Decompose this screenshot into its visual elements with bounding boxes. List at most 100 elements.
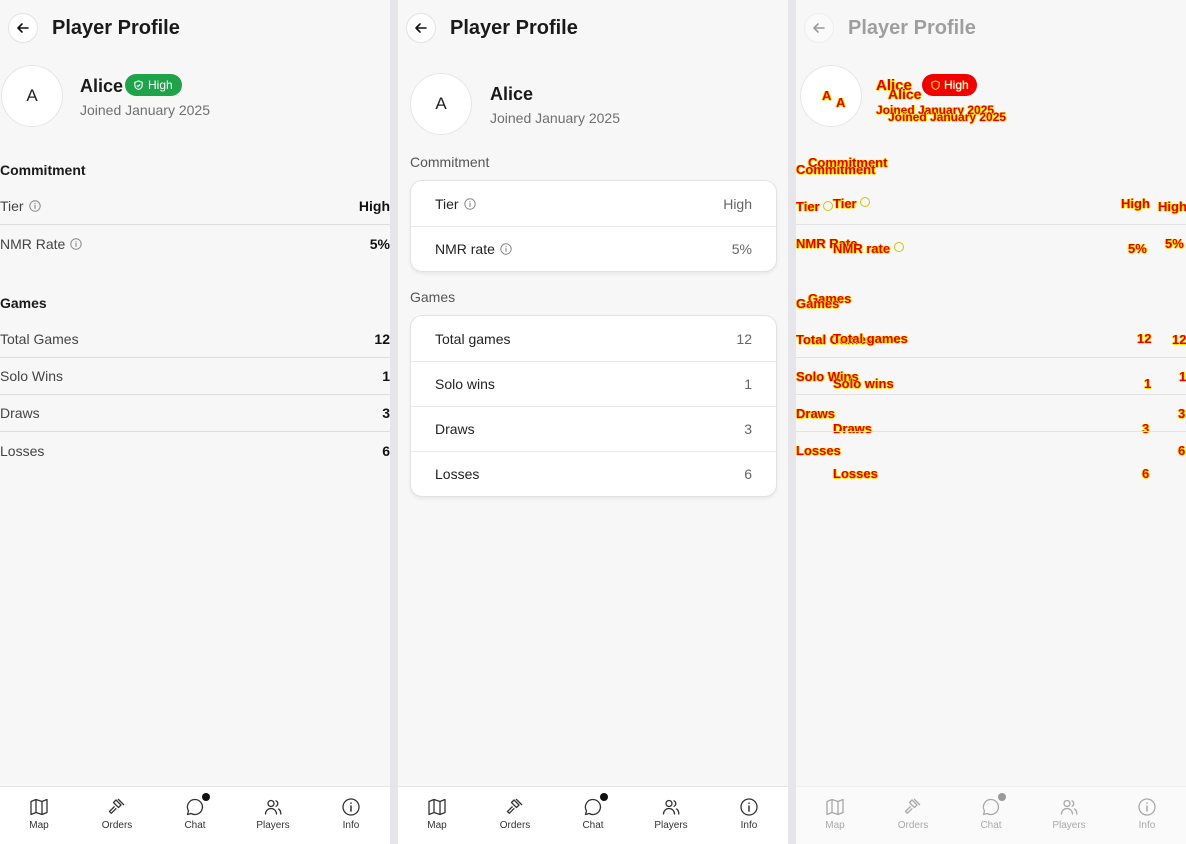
nmr-rate-row: NMR Rate 5% — [0, 225, 390, 262]
nmr-value-a: 5% — [1165, 236, 1184, 251]
nav-orders[interactable]: Orders — [874, 787, 952, 844]
avatar-initial-a: A — [822, 88, 832, 103]
row-value: 5% — [369, 235, 390, 252]
row-label: NMR rate — [435, 241, 495, 257]
draws-value-b: 3 — [1142, 421, 1150, 436]
row-label: Losses — [0, 442, 45, 459]
nav-label: Players — [1052, 820, 1086, 831]
player-name-b: Alice — [888, 86, 922, 102]
row-label: Solo Wins — [0, 368, 64, 384]
row-value: 1 — [382, 368, 390, 384]
row-value: 6 — [382, 442, 390, 459]
nav-players[interactable]: Players — [632, 787, 710, 844]
row-value: 12 — [736, 330, 752, 347]
info-icon[interactable] — [70, 237, 83, 250]
map-icon — [428, 798, 446, 816]
players-icon — [662, 799, 680, 815]
games-section-title: Games — [0, 295, 47, 311]
player-name: Alice — [490, 84, 534, 104]
games-card: Total games 12 Solo wins 1 Draws 3 Losse… — [410, 315, 777, 497]
gavel-icon — [506, 798, 523, 814]
profile-panel-a: Player Profile A Alice High Joined Janua… — [0, 0, 390, 844]
tier-label-a: Tier — [796, 199, 820, 214]
info-icon — [342, 798, 360, 816]
divider — [796, 357, 1186, 358]
tier-value-a: High — [1158, 199, 1186, 214]
avatar: A — [1, 65, 63, 127]
nav-label: Orders — [897, 820, 929, 831]
nav-chat[interactable]: Chat — [554, 787, 632, 844]
profile-panel-b: Player Profile A Alice Joined January 20… — [398, 0, 788, 844]
shield-icon — [134, 79, 143, 90]
avatar: A — [410, 73, 472, 135]
nav-label: Map — [29, 820, 49, 831]
chat-icon — [584, 798, 602, 816]
nav-map[interactable]: Map — [0, 787, 78, 844]
row-label: Losses — [435, 466, 480, 482]
draws-label-b: Draws — [833, 421, 873, 436]
nav-map[interactable]: Map — [796, 787, 874, 844]
commitment-section-title: Commitment — [410, 154, 490, 170]
info-icon[interactable] — [500, 243, 512, 255]
arrow-left-icon — [17, 23, 29, 33]
nav-orders[interactable]: Orders — [78, 787, 156, 844]
diff-overlay-panel: Player Profile A A Alice Alice High Join… — [796, 0, 1186, 844]
nav-chat[interactable]: Chat — [952, 787, 1030, 844]
total-games-row: Total Games 12 — [0, 321, 390, 358]
commitment-badge: High — [922, 74, 977, 96]
nav-chat[interactable]: Chat — [156, 787, 234, 844]
bottom-nav: Map Orders Chat Players Info — [796, 786, 1186, 844]
nav-map[interactable]: Map — [398, 787, 476, 844]
info-icon — [1138, 798, 1156, 816]
header: Player Profile — [8, 12, 390, 44]
row-label: Tier — [435, 195, 459, 212]
nav-label: Chat — [184, 820, 206, 831]
chat-icon — [982, 798, 1000, 816]
nav-info[interactable]: Info — [312, 787, 390, 844]
nav-label: Orders — [499, 820, 531, 831]
nav-players[interactable]: Players — [1030, 787, 1108, 844]
draws-row: Draws 3 — [0, 395, 390, 432]
info-icon[interactable] — [463, 197, 476, 210]
notification-dot — [202, 793, 210, 801]
row-label: Draws — [435, 421, 475, 437]
commitment-card: Tier High NMR rate 5% — [410, 180, 777, 272]
total-games-row: Total games 12 — [411, 316, 776, 361]
row-label: NMR Rate — [0, 235, 66, 252]
row-value: 6 — [744, 466, 752, 482]
draws-label-a: Draws — [796, 406, 836, 421]
nav-orders[interactable]: Orders — [476, 787, 554, 844]
nav-label: Map — [427, 820, 447, 831]
nmr-label-b: NMR rate — [833, 241, 891, 256]
total-games-label-b: Total games — [833, 331, 908, 346]
solo-wins-label-b: Solo wins — [833, 376, 894, 391]
nmr-rate-row: NMR rate 5% — [411, 226, 776, 271]
nav-info[interactable]: Info — [1108, 787, 1186, 844]
map-icon — [826, 798, 844, 816]
draws-value-a: 3 — [1178, 406, 1186, 421]
nav-label: Info — [342, 820, 360, 831]
row-label: Tier — [0, 198, 24, 214]
nav-info[interactable]: Info — [710, 787, 788, 844]
losses-value-a: 6 — [1178, 443, 1186, 458]
losses-label-a: Losses — [796, 443, 841, 458]
page-title: Player Profile — [848, 16, 976, 39]
games-title-a: Games — [796, 296, 840, 311]
commitment-section-title: Commitment — [0, 162, 86, 178]
players-icon — [1060, 799, 1078, 815]
back-button[interactable] — [406, 13, 436, 43]
nav-label: Players — [256, 820, 290, 831]
losses-row: Losses 6 — [411, 451, 776, 496]
nav-players[interactable]: Players — [234, 787, 312, 844]
nav-label: Orders — [101, 820, 133, 831]
page-title: Player Profile — [450, 16, 578, 39]
commitment-title-a: Commitment — [796, 162, 876, 177]
row-value: 12 — [374, 331, 390, 347]
row-label: Total Games — [0, 331, 79, 347]
info-icon[interactable] — [28, 200, 41, 212]
back-button[interactable] — [8, 13, 38, 43]
back-button[interactable] — [804, 13, 834, 43]
avatar-initial-b: A — [836, 95, 846, 110]
row-label: Solo wins — [435, 376, 495, 392]
info-icon — [894, 242, 904, 252]
